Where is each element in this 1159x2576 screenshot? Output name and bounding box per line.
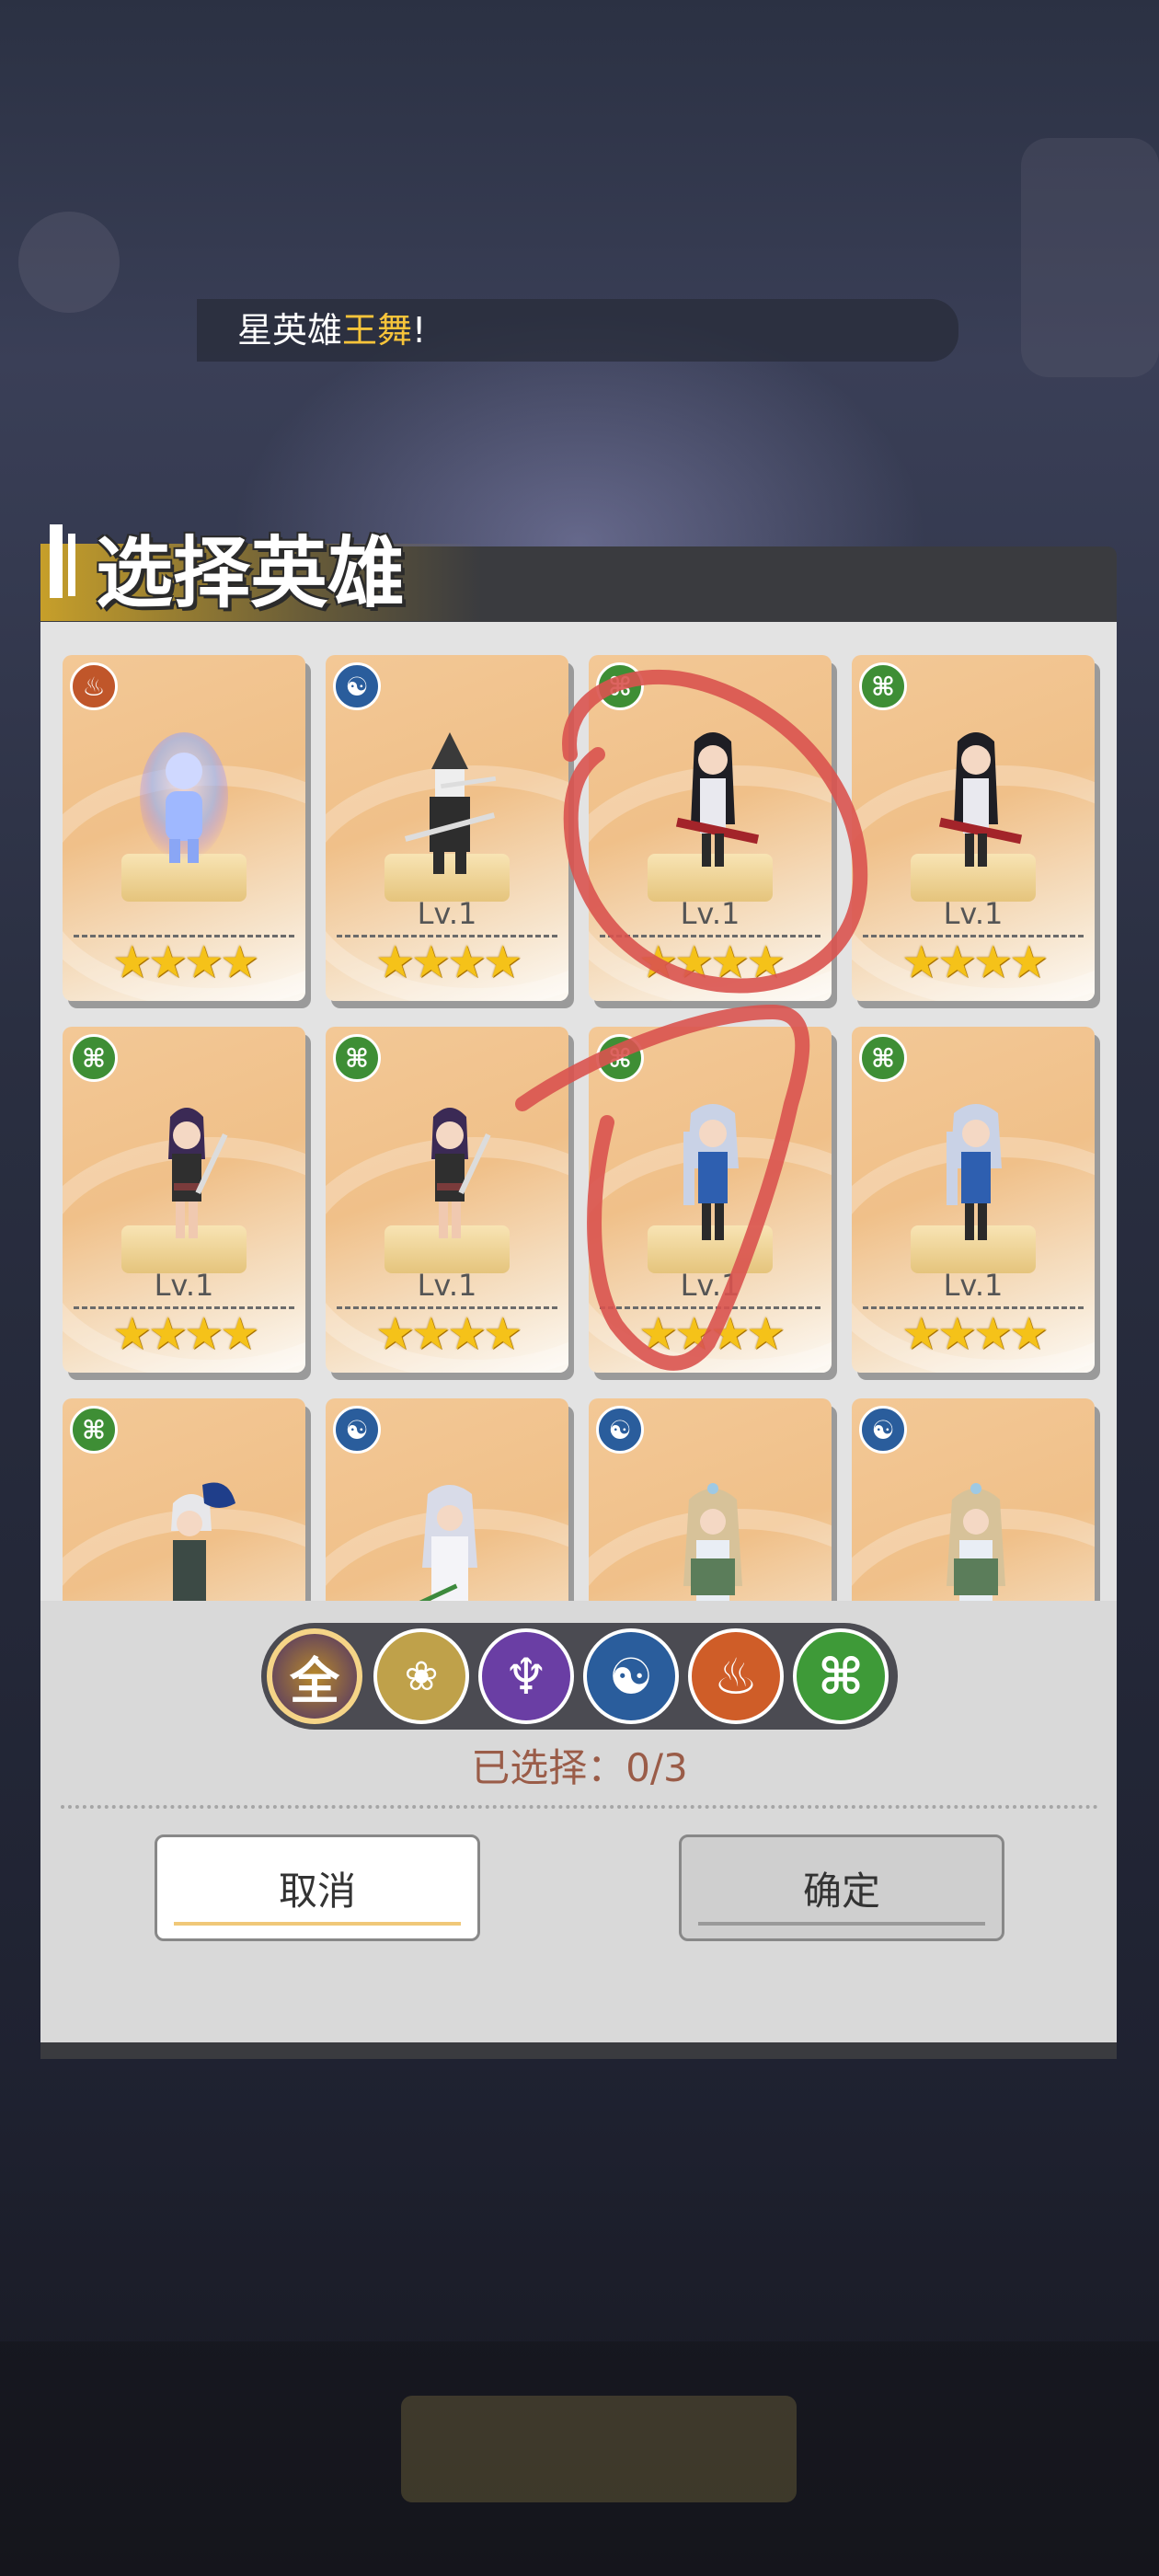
red-circle-annotation: [515, 669, 868, 1371]
